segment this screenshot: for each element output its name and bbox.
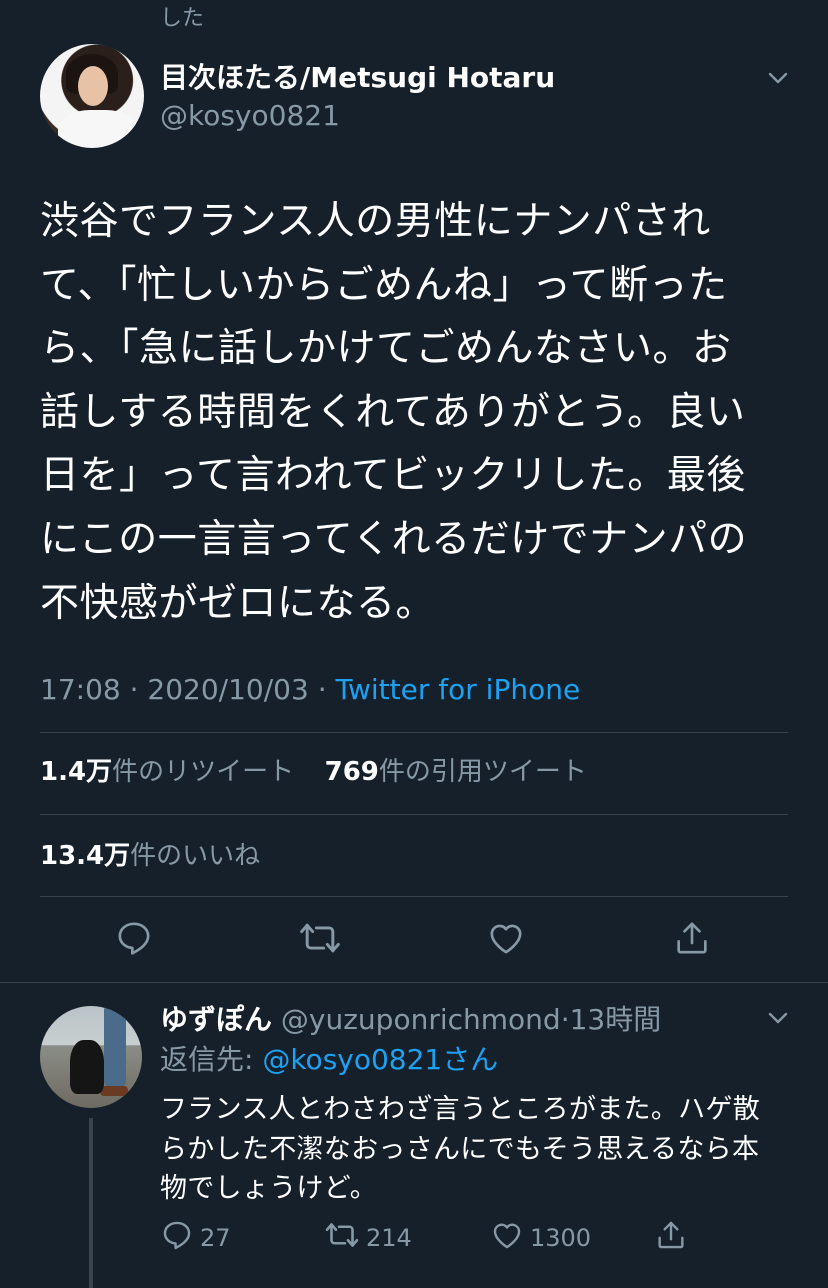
chevron-down-icon[interactable]: [766, 66, 790, 90]
tweet-text: 渋谷でフランス人の男性にナンパされ て、「忙しいからごめんね」って断った ら、「…: [40, 199, 748, 626]
share-icon: [654, 1218, 688, 1258]
retweet-stats: 1.4万件のリツイート 769件の引用ツイート: [40, 752, 587, 792]
reply-retweet-button[interactable]: 214: [324, 1218, 412, 1258]
reply-to-line: 返信先: @kosyo0821さん: [160, 1040, 498, 1080]
heart-icon: [486, 918, 526, 962]
truncated-previous-text: した: [160, 6, 205, 31]
reply-separator: ·: [560, 1003, 570, 1036]
likes-count: 13.4万: [40, 841, 131, 871]
reply-to-handle[interactable]: @kosyo0821さん: [262, 1043, 498, 1076]
like-button[interactable]: [484, 918, 528, 962]
reply-button[interactable]: [112, 918, 156, 962]
reply-reply-button[interactable]: 27: [160, 1218, 231, 1258]
heart-icon: [490, 1218, 524, 1258]
reply-time[interactable]: 13時間: [570, 1003, 662, 1036]
share-button[interactable]: [670, 918, 714, 962]
divider: [40, 732, 788, 733]
tweet-time: 17:08: [40, 673, 121, 706]
reply-like-button[interactable]: 1300: [490, 1218, 591, 1258]
meta-separator-2: ·: [317, 673, 327, 706]
meta-separator: ·: [129, 673, 139, 706]
retweet-icon: [298, 916, 342, 964]
reply-like-count: 1300: [530, 1224, 592, 1252]
retweet-button[interactable]: [298, 918, 342, 962]
retweets-link[interactable]: 1.4万件のリツイート: [40, 757, 294, 787]
quotes-label: 件の引用ツイート: [378, 757, 587, 787]
thread-line: [89, 1118, 93, 1288]
author-avatar[interactable]: [40, 44, 144, 148]
quotes-count: 769: [324, 757, 379, 787]
retweets-count: 1.4万: [40, 757, 113, 787]
share-icon: [672, 918, 712, 962]
reply-to-label: 返信先:: [160, 1043, 254, 1076]
tweet-meta: 17:08 · 2020/10/03 · Twitter for iPhone: [40, 668, 580, 712]
likes-link[interactable]: 13.4万件のいいね: [40, 836, 260, 876]
retweet-icon: [324, 1217, 360, 1259]
reply-author-name[interactable]: ゆずぽん: [160, 1003, 272, 1036]
chevron-down-icon[interactable]: [766, 1006, 790, 1030]
reply-share-button[interactable]: [654, 1218, 688, 1258]
author-name[interactable]: 目次ほたる/Metsugi Hotaru: [160, 58, 555, 98]
reply-icon: [160, 1218, 194, 1258]
reply-icon: [114, 918, 154, 962]
reply-reply-count: 27: [200, 1224, 231, 1252]
reply-author-avatar[interactable]: [40, 1006, 142, 1108]
quotes-link[interactable]: 769件の引用ツイート: [325, 757, 587, 787]
reply-author-handle[interactable]: @yuzuponrichmond: [281, 1003, 561, 1036]
divider: [40, 814, 788, 815]
reply-text: フランス人とわさわざ言うところがまた。ハゲ散 らかした不潔なおっさんにでもそう思…: [160, 1094, 761, 1204]
tweet-date[interactable]: 2020/10/03: [147, 673, 308, 706]
author-handle[interactable]: @kosyo0821: [160, 98, 340, 134]
divider: [40, 896, 788, 897]
section-divider: [0, 982, 828, 983]
reply-retweet-count: 214: [366, 1224, 412, 1252]
retweets-label: 件のリツイート: [112, 757, 295, 787]
tweet-source-link[interactable]: Twitter for iPhone: [336, 673, 581, 706]
likes-label: 件のいいね: [130, 841, 261, 871]
reply-header: ゆずぽん @yuzuponrichmond·13時間: [160, 1000, 661, 1040]
